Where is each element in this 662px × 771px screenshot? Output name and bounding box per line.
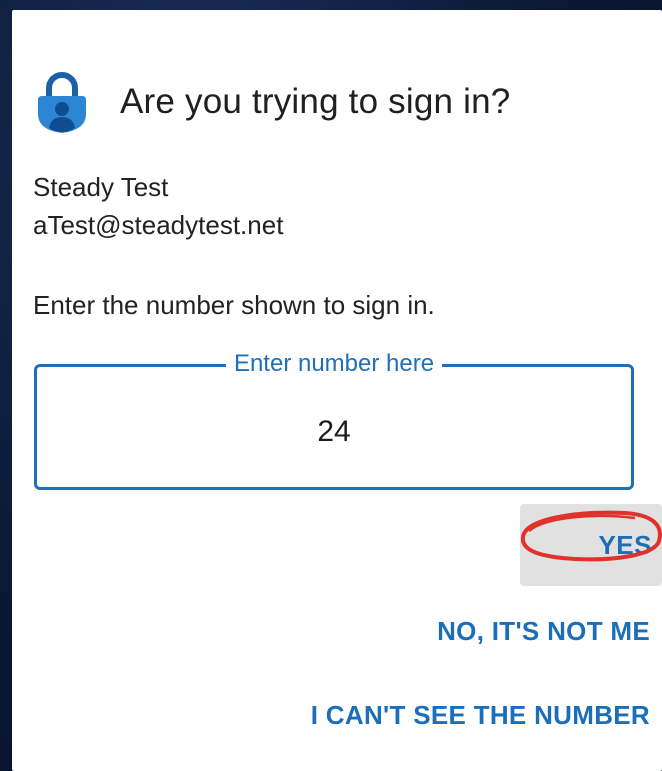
- account-email: aTest@steadytest.net: [33, 210, 284, 240]
- number-input-value[interactable]: 24: [37, 415, 631, 449]
- instruction-text: Enter the number shown to sign in.: [33, 290, 435, 320]
- yes-button[interactable]: YES: [520, 504, 662, 586]
- number-input[interactable]: Enter number here 24: [34, 350, 634, 490]
- not-me-button[interactable]: NO, IT'S NOT ME: [437, 616, 650, 647]
- lock-icon: [38, 72, 86, 133]
- sign-in-approval-dialog: Are you trying to sign in? Steady Test a…: [12, 10, 662, 771]
- yes-button-label: YES: [598, 530, 652, 560]
- dialog-header: Are you trying to sign in?: [34, 62, 510, 142]
- number-input-label: Enter number here: [225, 350, 443, 378]
- cant-see-number-button[interactable]: I CAN'T SEE THE NUMBER: [311, 700, 650, 731]
- dialog-title: Are you trying to sign in?: [120, 82, 511, 121]
- account-name: Steady Test: [33, 172, 169, 202]
- account-info: Steady Test aTest@steadytest.net: [33, 168, 283, 244]
